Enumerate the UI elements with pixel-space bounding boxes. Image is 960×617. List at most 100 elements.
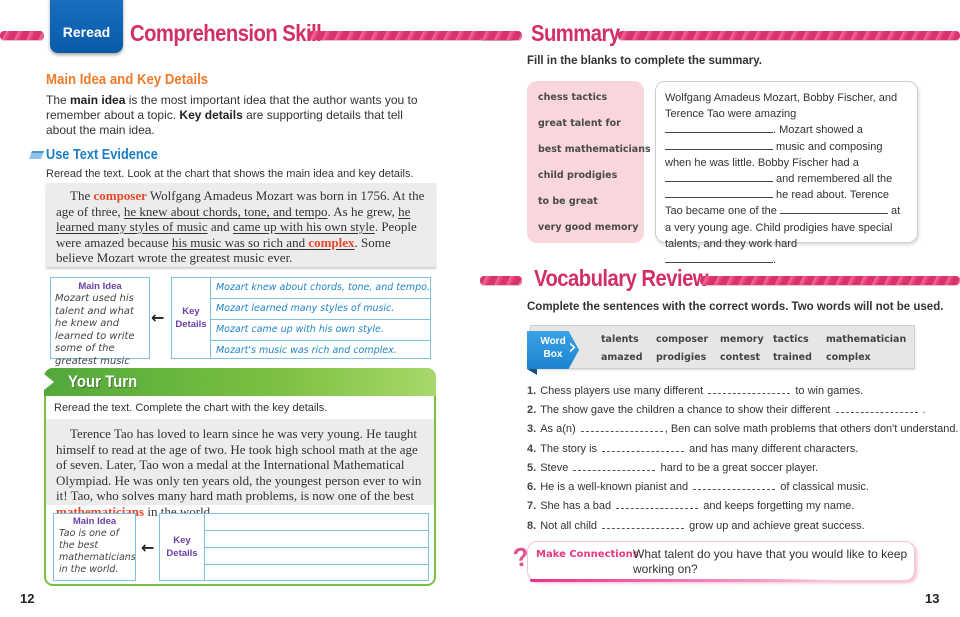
question-number: 4. — [527, 443, 537, 455]
tao-main-idea-box: Main Idea Tao is one of the best mathema… — [53, 513, 136, 581]
passage-text: and — [207, 219, 233, 234]
intro-text: The — [46, 93, 71, 107]
underlined-detail: he knew about chords, tone, and tempo — [123, 203, 328, 219]
question-1: 1. Chess players use many different to wi… — [527, 384, 863, 397]
answer-blank[interactable] — [573, 461, 656, 471]
question-8: 8. Not all child grow up and achieve grea… — [527, 519, 865, 532]
summary-word: chess tactics — [538, 92, 608, 103]
make-connections-label: Make Connections — [536, 549, 639, 560]
question-4: 4. The story is and has many different ch… — [527, 442, 858, 455]
page-number-right: 13 — [925, 591, 940, 606]
key-detail-row: Mozart's music was rich and complex. — [215, 345, 397, 356]
question-text: , Ben can solve math problems that other… — [664, 423, 959, 435]
summary-blank[interactable] — [665, 122, 773, 134]
question-number: 7. — [527, 500, 537, 512]
key-detail-input[interactable] — [205, 514, 428, 531]
word-box-word: composer — [656, 334, 709, 345]
underlined-detail: came up with his own style — [232, 219, 375, 234]
passage-text: Terence Tao has loved to learn since he … — [56, 426, 422, 503]
answer-blank[interactable] — [616, 499, 699, 509]
key-details-label-cell: Key Details — [160, 514, 205, 580]
summary-blank[interactable] — [665, 139, 773, 150]
main-idea-heading: Main Idea and Key Details — [46, 71, 209, 88]
question-text: As a(n) — [540, 423, 576, 435]
main-idea-text: Tao is one of the best mathematicians in… — [59, 528, 136, 575]
summary-word: to be great — [538, 196, 598, 207]
summary-word: very good memory — [538, 222, 639, 233]
summary-word: great talent for — [538, 118, 621, 129]
underlined-detail: his music was so rich and complex — [172, 235, 355, 250]
summary-word-bank: chess tactics great talent for best math… — [527, 81, 651, 243]
answer-blank[interactable] — [693, 480, 776, 490]
question-text: He is a well-known pianist and — [540, 481, 689, 493]
answer-blank[interactable] — [708, 384, 791, 394]
question-text: . — [922, 404, 926, 416]
word-box-word: complex — [826, 352, 871, 363]
chevron-right-icon: › — [568, 335, 577, 360]
main-idea-box: Main Idea Mozart used his talent and wha… — [50, 277, 150, 379]
question-text: Chess players use many different — [540, 385, 704, 397]
summary-blank[interactable] — [779, 203, 888, 215]
key-detail-row: Mozart came up with his own style. — [210, 320, 430, 341]
your-turn-instruction: Reread the text. Complete the chart with… — [54, 402, 328, 414]
word-box-word: contest — [720, 352, 761, 363]
summary-blank[interactable] — [665, 171, 773, 183]
make-connections-underline — [530, 579, 830, 582]
question-text: of classical music. — [780, 481, 869, 493]
summary-blank[interactable] — [665, 187, 773, 199]
question-text: The show gave the children a chance to s… — [540, 404, 831, 416]
question-number: 3. — [527, 423, 537, 435]
key-details-label: Details — [166, 548, 198, 559]
question-text: to win games. — [795, 385, 864, 397]
word-box-word: trained — [773, 352, 812, 363]
word-box-word: memory — [720, 334, 764, 345]
question-text: grow up and achieve great success. — [689, 520, 865, 532]
intro-bold-main-idea: main idea — [70, 93, 126, 107]
word-box-word: amazed — [601, 352, 643, 363]
reread-tab: Reread — [50, 0, 123, 53]
question-text: and keeps forgetting my name. — [703, 500, 855, 512]
question-number: 2. — [527, 404, 537, 416]
question-mark-icon: ? — [510, 541, 531, 573]
vocab-instruction: Complete the sentences with the correct … — [527, 301, 944, 313]
evidence-instruction: Reread the text. Look at the chart that … — [46, 168, 414, 180]
answer-blank[interactable] — [602, 519, 685, 529]
word-box-fold — [527, 369, 537, 375]
answer-blank[interactable] — [602, 442, 685, 452]
passage-text: his music was so rich and — [171, 234, 309, 250]
question-6: 6. He is a well-known pianist and of clas… — [527, 480, 869, 493]
decorative-rope-summary-left — [480, 31, 522, 40]
word-box-word: talents — [601, 334, 639, 345]
left-arrow-icon: ← — [141, 538, 155, 557]
question-text: hard to be a great soccer player. — [660, 462, 819, 474]
left-arrow-icon: ← — [151, 308, 165, 327]
decorative-rope-summary-right — [618, 31, 960, 40]
vocabulary-review-title: Vocabulary Review — [534, 265, 709, 291]
key-detail-input[interactable] — [205, 548, 428, 565]
answer-blank[interactable] — [835, 403, 918, 413]
summary-word: best mathematicians — [538, 144, 651, 155]
key-details-label: Key — [182, 306, 200, 317]
summary-text: . — [773, 254, 777, 267]
intro-bold-key-details: Key details — [179, 108, 243, 122]
summary-text: and remembered all the — [773, 173, 893, 186]
vocab-word-complex: complex — [308, 234, 355, 250]
tao-key-details-box: Key Details — [159, 513, 429, 581]
summary-text: Wolfgang Amadeus Mozart, Bobby Fischer, … — [665, 92, 898, 121]
your-turn-title: Your Turn — [68, 372, 138, 391]
key-details-label-cell: Key Details — [172, 278, 211, 358]
answer-blank[interactable] — [580, 422, 663, 432]
question-number: 8. — [527, 520, 537, 532]
question-5: 5. Steve hard to be a great soccer player… — [527, 461, 818, 474]
question-number: 6. — [527, 481, 537, 493]
key-details-list: Mozart knew about chords, tone, and temp… — [210, 278, 430, 358]
question-3: 3. As a(n) , Ben can solve math problems … — [527, 422, 959, 435]
summary-blank[interactable] — [665, 252, 773, 264]
key-detail-input[interactable] — [205, 531, 428, 548]
key-detail-row: Mozart learned many styles of music. — [210, 299, 430, 320]
banner-triangle-icon — [44, 374, 54, 390]
page-number-left: 12 — [20, 591, 35, 606]
comprehension-skill-title: Comprehension Skill — [130, 20, 322, 46]
key-detail-input[interactable] — [205, 565, 428, 579]
make-connections-prompt: What talent do you have that you would l… — [633, 547, 908, 576]
